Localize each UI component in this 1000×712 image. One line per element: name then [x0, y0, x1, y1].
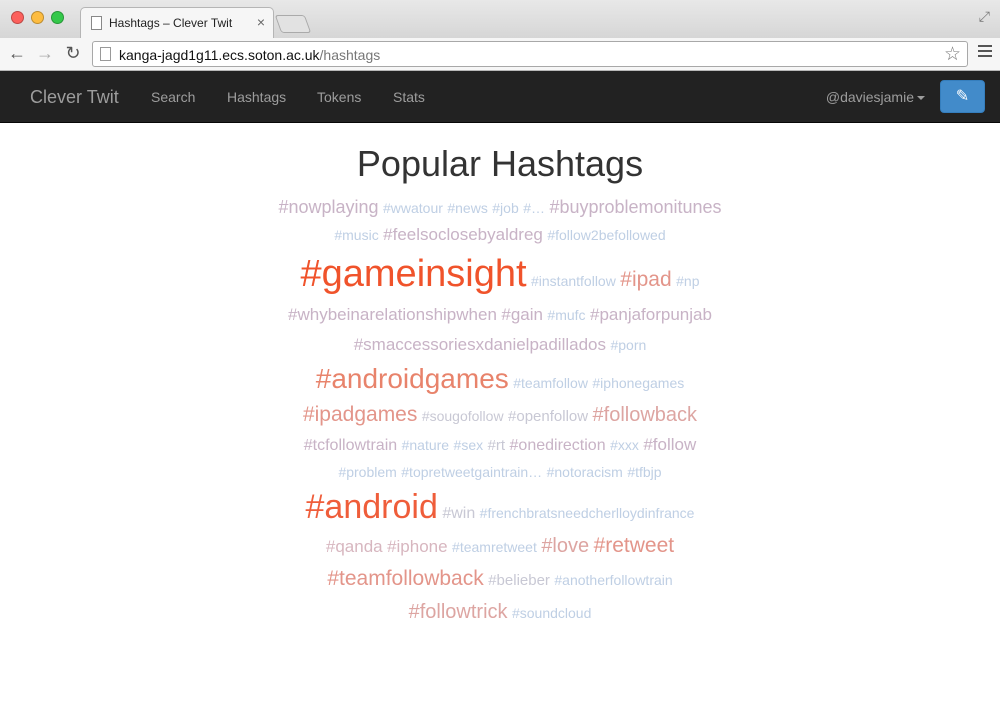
- hashtag-link[interactable]: #rt: [488, 437, 506, 454]
- hashtag-link[interactable]: #androidgames: [316, 363, 509, 394]
- hashtag-link[interactable]: #sex: [454, 437, 484, 453]
- hashtag-link[interactable]: #ipad: [620, 268, 671, 291]
- hashtag-link[interactable]: #win: [442, 505, 475, 522]
- hashtag-link[interactable]: #nature: [402, 437, 449, 453]
- reload-icon[interactable]: ↻: [62, 43, 84, 64]
- hashtag-link[interactable]: #teamfollow: [513, 375, 588, 391]
- hashtag-link[interactable]: #xxx: [610, 437, 639, 453]
- hashtag-link[interactable]: #anotherfollowtrain: [554, 572, 672, 588]
- hashtag-row: #problem #topretweetgaintrain… #notoraci…: [250, 459, 750, 485]
- browser-menu-icon[interactable]: [978, 45, 992, 60]
- hashtag-row: #ipadgames #sougofollow #openfollow #fol…: [250, 399, 750, 431]
- main-content: Popular Hashtags #nowplaying #wwatour #n…: [0, 123, 1000, 712]
- hashtag-link[interactable]: #android: [306, 488, 438, 526]
- hashtag-row: #androidgames #teamfollow #iphonegames: [250, 359, 750, 399]
- hashtag-row: #smaccessoriesxdanielpadillados #porn: [250, 330, 750, 359]
- close-window-icon[interactable]: [11, 11, 24, 24]
- hashtag-link[interactable]: #panjaforpunjab: [590, 305, 712, 324]
- hashtag-link[interactable]: #notoracism: [547, 464, 623, 480]
- hashtag-link[interactable]: #tfbjp: [627, 464, 661, 480]
- hashtag-link[interactable]: #iphonegames: [592, 375, 684, 391]
- compose-button[interactable]: ✎: [940, 80, 985, 113]
- hashtag-link[interactable]: #teamfollowback: [327, 567, 483, 590]
- hashtag-row: #followtrick #soundcloud: [250, 595, 750, 629]
- hashtag-link[interactable]: #tcfollowtrain: [304, 437, 397, 454]
- new-tab-button[interactable]: [274, 15, 312, 33]
- nav-link-tokens[interactable]: Tokens: [317, 89, 361, 105]
- hashtag-link[interactable]: #job: [492, 200, 518, 216]
- app-navbar: Clever Twit Search Hashtags Tokens Stats…: [0, 71, 1000, 123]
- hashtag-link[interactable]: #follow2befollowed: [547, 227, 665, 243]
- bookmark-star-icon[interactable]: ☆: [944, 43, 961, 66]
- hashtag-link[interactable]: #onedirection: [510, 437, 606, 454]
- hashtag-row: #android #win #frenchbratsneedcherlloydi…: [250, 485, 750, 529]
- hashtag-row: #music #feelsoclosebyaldreg #follow2befo…: [250, 221, 750, 248]
- hashtag-link[interactable]: #porn: [610, 337, 646, 353]
- minimize-window-icon[interactable]: [31, 11, 44, 24]
- hashtag-link[interactable]: #qanda: [326, 537, 383, 556]
- hashtag-link[interactable]: #sougofollow: [422, 408, 504, 424]
- hashtag-link[interactable]: #followtrick: [409, 601, 508, 623]
- hashtag-link[interactable]: #wwatour: [383, 200, 443, 216]
- url-host: kanga-jagd1g11.ecs.soton.ac.uk: [119, 47, 320, 63]
- hashtag-link[interactable]: #np: [676, 273, 699, 289]
- zoom-window-icon[interactable]: [51, 11, 64, 24]
- hashtag-link[interactable]: #ipadgames: [303, 403, 417, 426]
- page-icon: [100, 47, 111, 61]
- hashtag-link[interactable]: #nowplaying: [278, 197, 378, 217]
- url-path: /hashtags: [319, 47, 381, 63]
- hashtag-link[interactable]: #retweet: [594, 534, 675, 557]
- hashtag-link[interactable]: #news: [447, 200, 487, 216]
- hashtag-link[interactable]: #openfollow: [508, 408, 588, 425]
- hashtag-link[interactable]: #follow: [643, 435, 696, 454]
- hashtag-link[interactable]: #gameinsight: [301, 253, 527, 295]
- hashtag-row: #nowplaying #wwatour #news #job #… #buyp…: [250, 193, 750, 221]
- hashtag-link[interactable]: #feelsoclosebyaldreg: [383, 225, 543, 244]
- hashtag-link[interactable]: #smaccessoriesxdanielpadillados: [354, 335, 606, 354]
- hashtag-link[interactable]: #iphone: [387, 537, 448, 556]
- hashtag-link[interactable]: #gain: [501, 305, 543, 324]
- page-icon: [91, 16, 102, 30]
- hashtag-link[interactable]: #soundcloud: [512, 605, 591, 621]
- hashtag-row: #tcfollowtrain #nature #sex #rt #onedire…: [250, 431, 750, 459]
- hashtag-link[interactable]: #topretweetgaintrain…: [401, 464, 542, 480]
- browser-toolbar: ← → ↻ kanga-jagd1g11.ecs.soton.ac.uk/has…: [0, 38, 1000, 71]
- hashtag-link[interactable]: #followback: [593, 404, 698, 426]
- nav-link-stats[interactable]: Stats: [393, 89, 425, 105]
- edit-icon: ✎: [955, 88, 970, 105]
- hashtag-link[interactable]: #love: [541, 535, 589, 557]
- username: @daviesjamie: [825, 89, 914, 105]
- hashtag-link[interactable]: #whybeinarelationshipwhen: [288, 305, 497, 324]
- hashtag-row: #whybeinarelationshipwhen #gain #mufc #p…: [250, 300, 750, 330]
- hashtag-link[interactable]: #frenchbratsneedcherlloydinfrance: [480, 505, 695, 521]
- nav-link-search[interactable]: Search: [151, 89, 195, 105]
- hashtag-link[interactable]: #music: [334, 227, 378, 243]
- back-icon[interactable]: ←: [6, 43, 28, 64]
- user-dropdown[interactable]: @daviesjamie: [826, 89, 925, 105]
- hashtag-row: #qanda #iphone #teamretweet #love #retwe…: [250, 529, 750, 563]
- browser-tab-strip: Hashtags – Clever Twit × ⤢: [0, 0, 1000, 38]
- tab-title: Hashtags – Clever Twit: [109, 16, 233, 30]
- browser-tab[interactable]: Hashtags – Clever Twit ×: [80, 7, 274, 38]
- hashtag-link[interactable]: #mufc: [547, 307, 585, 323]
- brand-link[interactable]: Clever Twit: [30, 87, 119, 108]
- tab-close-icon[interactable]: ×: [257, 14, 265, 30]
- hashtag-link[interactable]: #buyproblemonitunes: [549, 197, 721, 217]
- hashtag-row: #teamfollowback #belieber #anotherfollow…: [250, 563, 750, 595]
- hashtag-cloud: #nowplaying #wwatour #news #job #… #buyp…: [250, 193, 750, 629]
- fullscreen-icon[interactable]: ⤢: [979, 8, 990, 25]
- hashtag-link[interactable]: #belieber: [488, 572, 550, 589]
- url-text[interactable]: kanga-jagd1g11.ecs.soton.ac.uk/hashtags: [119, 47, 380, 63]
- hashtag-link[interactable]: #teamretweet: [452, 539, 537, 555]
- hashtag-link[interactable]: #instantfollow: [531, 273, 616, 289]
- forward-icon[interactable]: →: [34, 43, 56, 64]
- hashtag-row: #gameinsight #instantfollow #ipad #np: [250, 248, 750, 300]
- nav-link-hashtags[interactable]: Hashtags: [227, 89, 286, 105]
- hashtag-link[interactable]: #problem: [338, 464, 396, 480]
- address-bar[interactable]: kanga-jagd1g11.ecs.soton.ac.uk/hashtags …: [92, 41, 968, 67]
- hashtag-link[interactable]: #…: [523, 200, 545, 216]
- page-title: Popular Hashtags: [356, 143, 644, 184]
- caret-down-icon: [917, 96, 925, 101]
